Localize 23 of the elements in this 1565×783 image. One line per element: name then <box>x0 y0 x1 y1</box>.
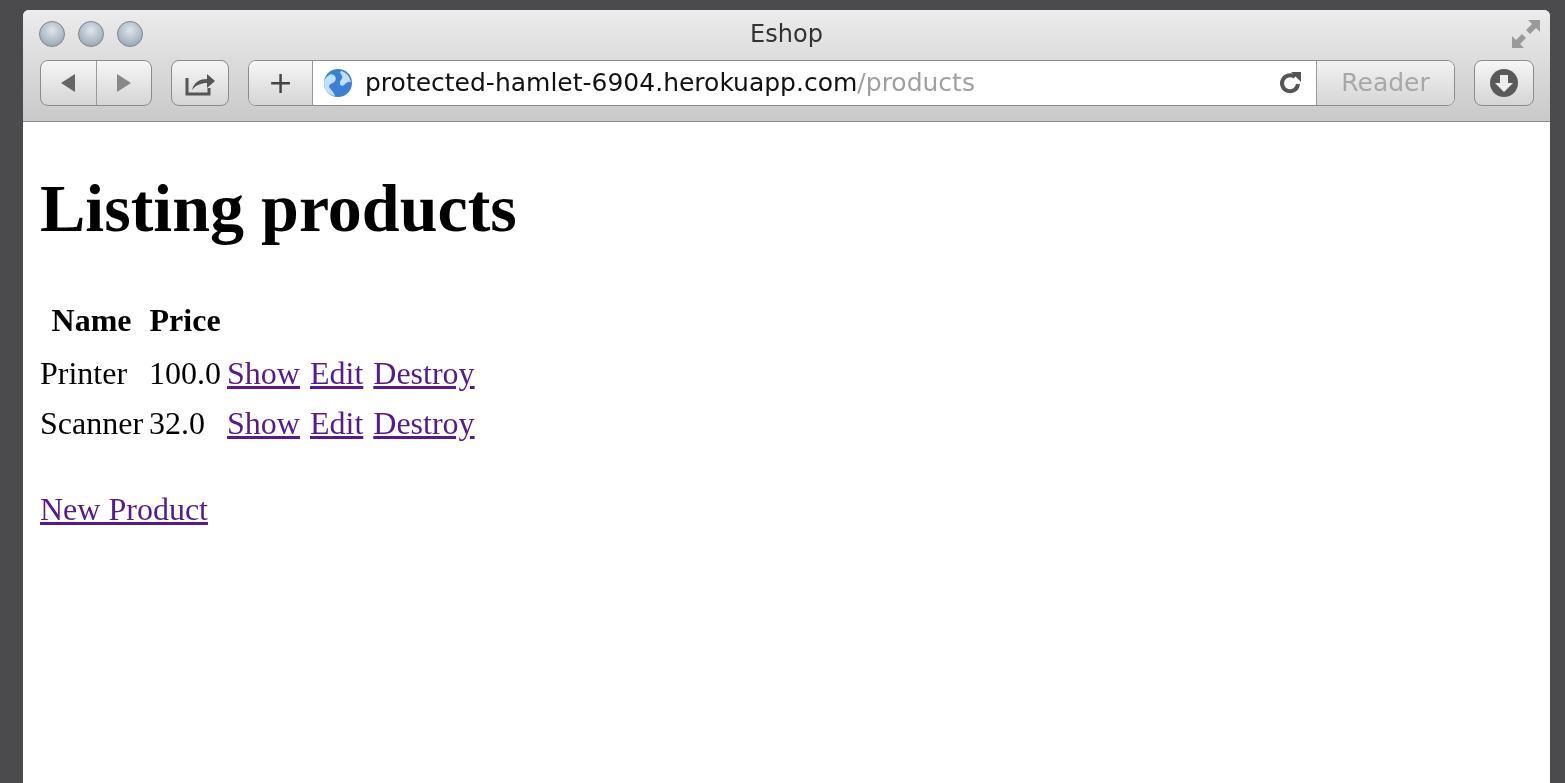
minimize-button[interactable] <box>78 21 104 47</box>
window-title: Eshop <box>750 20 823 48</box>
action-link[interactable]: Edit <box>309 350 364 397</box>
new-product-link[interactable]: New Product <box>40 484 208 533</box>
fullscreen-icon[interactable] <box>1510 18 1542 50</box>
column-header: Price <box>149 301 222 340</box>
action-link[interactable]: Show <box>227 350 300 397</box>
share-button[interactable] <box>171 60 229 106</box>
action-link[interactable]: Show <box>227 400 300 447</box>
action-link[interactable]: Edit <box>309 400 364 447</box>
column-header: Name <box>50 301 133 340</box>
zoom-button[interactable] <box>117 21 143 47</box>
downloads-button[interactable] <box>1474 60 1534 106</box>
right-triangle-icon <box>114 73 133 93</box>
table-cell-text: 100.0 <box>149 354 222 393</box>
download-icon <box>1489 68 1519 98</box>
left-triangle-icon <box>59 73 78 93</box>
table-cell-text: Printer <box>40 354 129 393</box>
table-cell-text: 32.0 <box>149 404 207 444</box>
action-link[interactable]: Destroy <box>373 400 475 447</box>
action-link[interactable]: Destroy <box>373 350 475 397</box>
table-cell-text: Scanner <box>40 404 144 444</box>
close-button[interactable] <box>39 21 65 47</box>
